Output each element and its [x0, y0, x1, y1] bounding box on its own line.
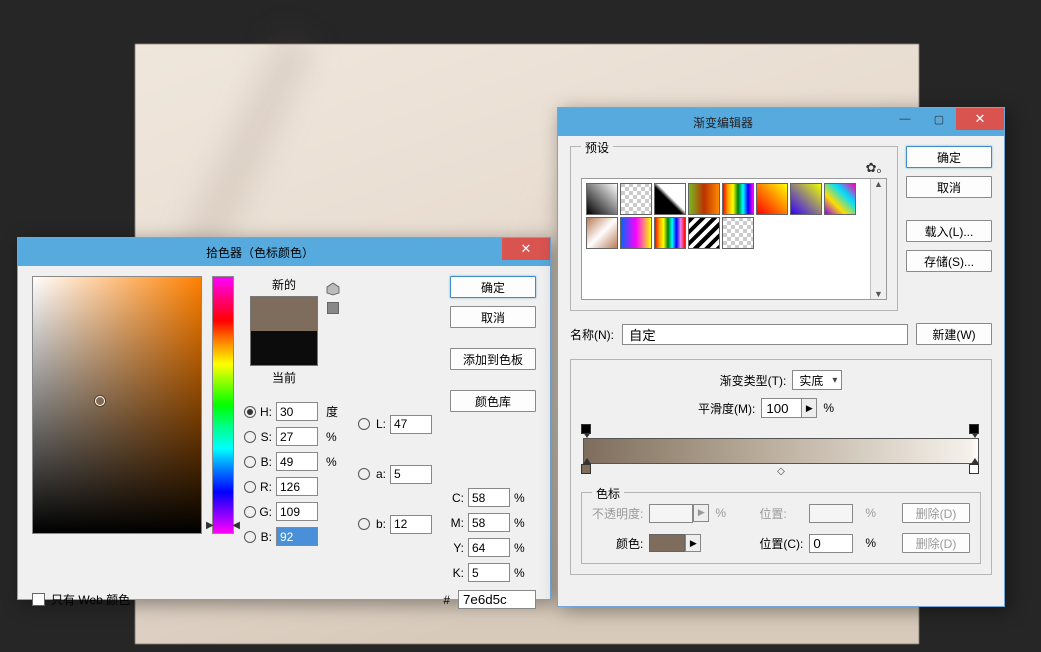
close-icon[interactable]: ✕ [956, 108, 1004, 130]
preset-swatch[interactable] [620, 217, 652, 249]
preset-swatch[interactable] [790, 183, 822, 215]
radio-r[interactable] [244, 481, 256, 493]
name-input[interactable] [622, 324, 908, 345]
web-safe-icon[interactable] [327, 302, 339, 314]
opacity-label: 不透明度: [592, 505, 643, 522]
opacity-pos-input [809, 504, 853, 523]
cancel-button[interactable]: 取消 [450, 306, 536, 328]
minimize-icon[interactable]: — [888, 108, 922, 130]
color-stop[interactable] [969, 464, 981, 476]
preset-swatch[interactable] [654, 183, 686, 215]
maximize-icon[interactable]: ▢ [922, 108, 956, 130]
radio-a[interactable] [358, 468, 370, 480]
chevron-right-icon: ▶ [693, 504, 709, 522]
new-button[interactable]: 新建(W) [916, 323, 992, 345]
ok-button[interactable]: 确定 [906, 146, 992, 168]
input-y[interactable] [468, 538, 510, 557]
current-color-label: 当前 [272, 369, 296, 386]
color-label: 颜色: [592, 535, 643, 552]
input-b2[interactable] [390, 515, 432, 534]
color-stop[interactable] [581, 464, 593, 476]
presets-scrollbar[interactable]: ▲▼ [870, 179, 886, 299]
input-m[interactable] [468, 513, 510, 532]
preset-swatch[interactable] [586, 217, 618, 249]
input-g[interactable] [276, 502, 318, 521]
gamut-warning-icon[interactable] [326, 282, 340, 296]
web-only-label: 只有 Web 颜色 [51, 591, 130, 608]
name-label: 名称(N): [570, 326, 614, 343]
preset-swatch[interactable] [654, 217, 686, 249]
gradient-editor-title: 渐变编辑器 [558, 114, 888, 131]
input-s[interactable] [276, 427, 318, 446]
input-c[interactable] [468, 488, 510, 507]
stop-color-swatch[interactable] [649, 534, 685, 552]
cancel-button[interactable]: 取消 [906, 176, 992, 198]
midpoint-icon[interactable]: ◇ [777, 466, 785, 477]
color-pos-input[interactable] [809, 534, 853, 553]
delete-color-button: 删除(D) [902, 533, 970, 553]
sv-cursor [95, 396, 105, 406]
color-picker-title: 拾色器（色标颜色） [18, 244, 502, 261]
load-button[interactable]: 载入(L)... [906, 220, 992, 242]
input-bv[interactable] [276, 452, 318, 471]
preset-swatch[interactable] [620, 183, 652, 215]
ok-button[interactable]: 确定 [450, 276, 536, 298]
web-only-checkbox[interactable] [32, 593, 45, 606]
chevron-right-icon[interactable]: ▶ [801, 398, 817, 418]
color-libs-button[interactable]: 颜色库 [450, 390, 536, 412]
preset-swatch[interactable] [688, 217, 720, 249]
color-picker-dialog: 拾色器（色标颜色） ✕ ▶◀ 新的 [17, 237, 551, 600]
type-label: 渐变类型(T): [720, 372, 787, 389]
gradient-bar[interactable]: ◇ [581, 426, 981, 482]
stops-label: 色标 [592, 485, 624, 502]
radio-b2[interactable] [358, 518, 370, 530]
radio-s[interactable] [244, 431, 256, 443]
preset-swatch[interactable] [824, 183, 856, 215]
presets-label: 预设 [581, 139, 613, 156]
new-color-label: 新的 [272, 276, 296, 293]
preset-swatch[interactable] [688, 183, 720, 215]
radio-l[interactable] [358, 418, 370, 430]
opacity-stop[interactable] [581, 424, 593, 436]
radio-bv[interactable] [244, 456, 256, 468]
gear-icon[interactable]: ✿｡ [581, 157, 887, 176]
pos-label-c: 位置(C): [759, 535, 803, 552]
opacity-input [649, 504, 693, 523]
color-picker-titlebar[interactable]: 拾色器（色标颜色） ✕ [18, 238, 550, 266]
input-r[interactable] [276, 477, 318, 496]
preset-swatch[interactable] [722, 217, 754, 249]
type-select[interactable]: 实底 [792, 370, 842, 390]
saturation-value-field[interactable] [32, 276, 202, 534]
presets-list[interactable]: ▲▼ [581, 178, 887, 300]
gradient-editor-titlebar[interactable]: 渐变编辑器 — ▢ ✕ [558, 108, 1004, 136]
pos-label: 位置: [759, 505, 803, 522]
current-color-swatch[interactable] [251, 331, 317, 365]
input-a[interactable] [390, 465, 432, 484]
radio-h[interactable] [244, 406, 256, 418]
radio-bb[interactable] [244, 531, 256, 543]
chevron-right-icon[interactable]: ▶ [685, 534, 701, 552]
save-button[interactable]: 存储(S)... [906, 250, 992, 272]
input-bb[interactable] [276, 527, 318, 546]
add-swatch-button[interactable]: 添加到色板 [450, 348, 536, 370]
gradient-editor-dialog: 渐变编辑器 — ▢ ✕ 预设 ✿｡ [557, 107, 1005, 607]
input-h[interactable] [276, 402, 318, 421]
close-icon[interactable]: ✕ [502, 238, 550, 260]
preset-swatch[interactable] [756, 183, 788, 215]
smooth-label: 平滑度(M): [698, 400, 755, 417]
preset-swatch[interactable] [722, 183, 754, 215]
hue-slider[interactable] [212, 276, 234, 534]
new-color-swatch [251, 297, 317, 331]
hex-input[interactable] [458, 590, 536, 609]
hex-prefix: # [443, 593, 450, 607]
preset-swatch[interactable] [586, 183, 618, 215]
radio-g[interactable] [244, 506, 256, 518]
input-l[interactable] [390, 415, 432, 434]
input-k[interactable] [468, 563, 510, 582]
opacity-stop[interactable] [969, 424, 981, 436]
smoothness-input[interactable]: ▶ [761, 398, 817, 418]
delete-opacity-button: 删除(D) [902, 503, 970, 523]
